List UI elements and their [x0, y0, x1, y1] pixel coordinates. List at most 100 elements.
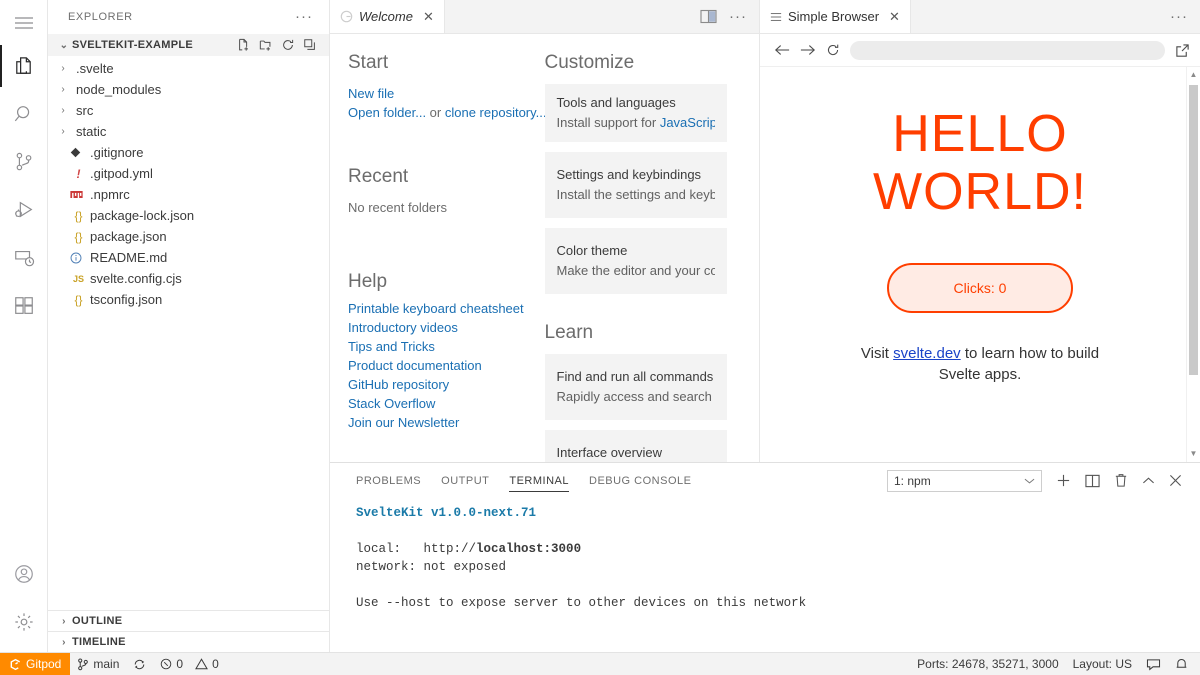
tree-item-file[interactable]: {} tsconfig.json — [48, 289, 329, 310]
sidebar: EXPLORER ··· ⌄ SVELTEKIT-EXAMPLE › .svel… — [48, 0, 330, 652]
new-file-icon[interactable] — [237, 38, 251, 52]
yaml-file-icon: ! — [76, 166, 81, 181]
workbench-body: EXPLORER ··· ⌄ SVELTEKIT-EXAMPLE › .svel… — [0, 0, 1200, 652]
tree-item-file[interactable]: {} package-lock.json — [48, 205, 329, 226]
new-terminal-icon[interactable] — [1056, 473, 1071, 488]
status-layout[interactable]: Layout: US — [1066, 653, 1139, 675]
tree-item-folder[interactable]: › node_modules — [48, 79, 329, 100]
chevron-down-icon: ⌄ — [59, 39, 69, 51]
welcome-link-cheatsheet[interactable]: Printable keyboard cheatsheet — [348, 299, 531, 318]
browser-scrollbar[interactable]: ▲ ▼ — [1186, 67, 1200, 462]
status-notifications[interactable] — [1168, 653, 1200, 675]
welcome-card-tools-languages[interactable]: Tools and languages Install support for … — [544, 84, 727, 142]
editor-more-icon[interactable]: ··· — [1170, 9, 1188, 24]
card-title: Tools and languages — [556, 95, 676, 110]
maximize-panel-icon[interactable] — [1142, 476, 1155, 486]
activity-bar-item-run-debug[interactable] — [0, 186, 48, 234]
status-ports[interactable]: Ports: 24678, 35271, 3000 — [910, 653, 1065, 675]
welcome-link-new-file[interactable]: New file — [348, 84, 531, 103]
editor-more-icon[interactable]: ··· — [729, 9, 747, 24]
tree-item-label: .gitpod.yml — [90, 166, 153, 181]
vscode-window: EXPLORER ··· ⌄ SVELTEKIT-EXAMPLE › .svel… — [0, 0, 1200, 675]
explorer-folder-header[interactable]: ⌄ SVELTEKIT-EXAMPLE — [48, 34, 329, 56]
welcome-link-github-repository[interactable]: GitHub repository — [348, 375, 531, 394]
welcome-card-settings-keybindings[interactable]: Settings and keybindings Install the set… — [544, 152, 727, 218]
welcome-link-tips-tricks[interactable]: Tips and Tricks — [348, 337, 531, 356]
welcome-card-interface-overview[interactable]: Interface overview Get a visual overlay … — [544, 430, 727, 462]
status-problems[interactable]: 0 0 — [153, 653, 225, 675]
tree-item-file[interactable]: ! .gitpod.yml — [48, 163, 329, 184]
close-icon[interactable]: ✕ — [423, 9, 434, 25]
tree-item-folder[interactable]: › .svelte — [48, 58, 329, 79]
panel-tab-problems[interactable]: PROBLEMS — [346, 463, 431, 498]
clicks-button[interactable]: Clicks: 0 — [887, 263, 1073, 313]
welcome-link-product-docs[interactable]: Product documentation — [348, 356, 531, 375]
tree-item-file[interactable]: .gitignore — [48, 142, 329, 163]
split-editor-icon[interactable] — [700, 9, 717, 24]
hamburger-menu-icon[interactable] — [0, 4, 48, 42]
welcome-or-text: or — [426, 105, 445, 120]
welcome-link-clone-repository[interactable]: clone repository... — [445, 105, 547, 120]
forward-arrow-icon[interactable] — [800, 43, 816, 57]
status-gitpod[interactable]: Gitpod — [0, 652, 71, 675]
activity-bar-item-source-control[interactable] — [0, 138, 48, 186]
tree-item-file[interactable]: JS svelte.config.cjs — [48, 268, 329, 289]
card-desc-link[interactable]: JavaScript, P... — [660, 115, 715, 130]
sidebar-section-timeline[interactable]: › TIMELINE — [48, 631, 329, 652]
browser-url-input[interactable] — [850, 40, 1165, 60]
svelte-dev-link[interactable]: svelte.dev — [893, 345, 961, 362]
new-folder-icon[interactable] — [259, 38, 273, 52]
scroll-up-arrow-icon[interactable]: ▲ — [1190, 67, 1198, 81]
tree-item-folder[interactable]: › src — [48, 100, 329, 121]
tree-item-file[interactable]: .npmrc — [48, 184, 329, 205]
panel-tab-terminal[interactable]: TERMINAL — [499, 463, 579, 498]
sidebar-more-icon[interactable]: ··· — [295, 9, 321, 24]
split-terminal-icon[interactable] — [1085, 474, 1100, 488]
collapse-all-icon[interactable] — [303, 38, 317, 52]
card-description: Rapidly access and search com... — [556, 389, 716, 404]
terminal-selector[interactable]: 1: npm — [887, 469, 1042, 492]
status-feedback[interactable] — [1139, 653, 1168, 675]
activity-bar-item-explorer[interactable] — [0, 42, 48, 90]
kill-terminal-icon[interactable] — [1114, 473, 1128, 488]
explorer-actions — [237, 38, 323, 52]
panel-tab-output[interactable]: OUTPUT — [431, 463, 499, 498]
panel-tab-debug-console[interactable]: DEBUG CONSOLE — [579, 463, 701, 498]
welcome-card-find-run-commands[interactable]: Find and run all commands Rapidly access… — [544, 354, 727, 420]
refresh-icon[interactable] — [281, 38, 295, 52]
status-sync[interactable] — [126, 653, 153, 675]
welcome-card-color-theme[interactable]: Color theme Make the editor and your cod… — [544, 228, 727, 294]
activity-bar-item-remote-explorer[interactable] — [0, 234, 48, 282]
activity-bar-item-extensions[interactable] — [0, 282, 48, 330]
welcome-link-newsletter[interactable]: Join our Newsletter — [348, 413, 531, 432]
tree-item-folder[interactable]: › static — [48, 121, 329, 142]
tab-label: Simple Browser — [788, 9, 880, 24]
panel-header: PROBLEMS OUTPUT TERMINAL DEBUG CONSOLE 1… — [330, 463, 1200, 498]
activity-bar-item-accounts[interactable] — [0, 550, 48, 598]
open-external-icon[interactable] — [1175, 43, 1190, 58]
welcome-link-open-folder[interactable]: Open folder... — [348, 105, 426, 120]
browser-list-icon — [770, 11, 782, 23]
sidebar-section-outline[interactable]: › OUTLINE — [48, 610, 329, 631]
activity-bar-item-settings[interactable] — [0, 598, 48, 646]
status-branch[interactable]: main — [70, 653, 126, 675]
visit-text: Visit svelte.dev to learn how to build S… — [860, 343, 1100, 385]
terminal-output[interactable]: SvelteKit v1.0.0-next.71 local: http://l… — [330, 498, 1200, 652]
tab-welcome[interactable]: Welcome ✕ — [330, 0, 445, 33]
welcome-link-intro-videos[interactable]: Introductory videos — [348, 318, 531, 337]
tree-item-file[interactable]: README.md — [48, 247, 329, 268]
reload-icon[interactable] — [826, 43, 840, 57]
tree-item-label: .npmrc — [90, 187, 130, 202]
back-arrow-icon[interactable] — [774, 43, 790, 57]
tree-item-file[interactable]: {} package.json — [48, 226, 329, 247]
feedback-icon — [1146, 658, 1161, 671]
welcome-link-stack-overflow[interactable]: Stack Overflow — [348, 394, 531, 413]
tab-simple-browser[interactable]: Simple Browser ✕ — [760, 0, 911, 33]
scrollbar-thumb[interactable] — [1189, 85, 1198, 375]
scroll-down-arrow-icon[interactable]: ▼ — [1190, 446, 1198, 462]
activity-bar-item-search[interactable] — [0, 90, 48, 138]
close-panel-icon[interactable] — [1169, 474, 1182, 487]
close-icon[interactable]: ✕ — [889, 9, 900, 25]
